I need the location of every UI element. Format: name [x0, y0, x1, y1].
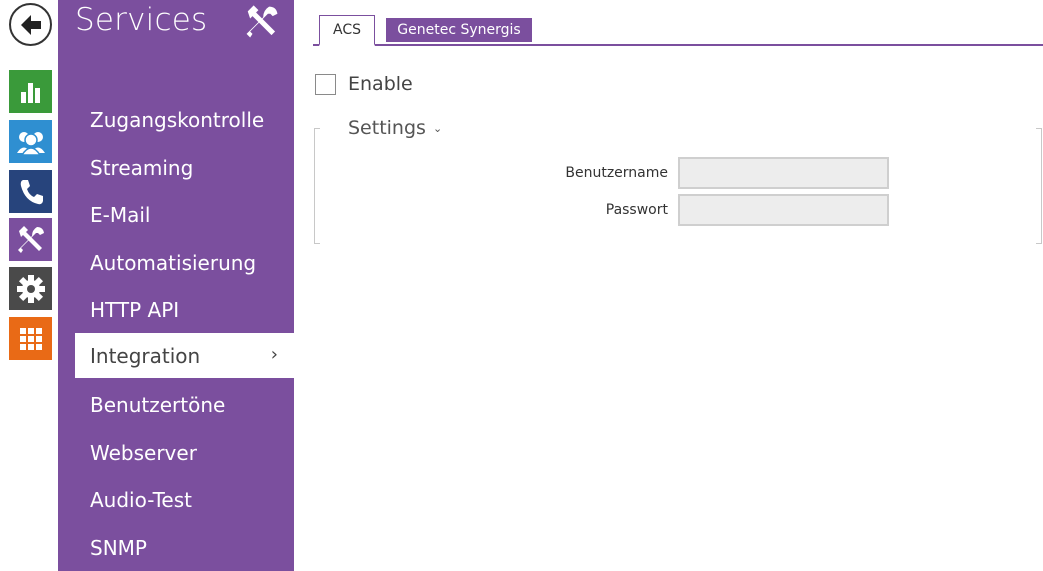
menu-item-zugangskontrolle[interactable]: Zugangskontrolle [75, 97, 294, 142]
services-menu: Services Zugangskontrolle Streaming E-Ma… [58, 0, 294, 571]
menu-item-email[interactable]: E-Mail [75, 192, 294, 237]
chevron-right-icon: › [270, 344, 278, 365]
status-button[interactable] [9, 70, 52, 113]
system-gear-icon [16, 274, 45, 303]
menu-item-label: Webserver [90, 440, 197, 465]
status-chart-icon [20, 82, 40, 103]
back-arrow-icon [20, 14, 41, 35]
menu-item-label: Audio-Test [90, 487, 192, 512]
password-label: Passwort [605, 202, 668, 218]
menu-item-http-api[interactable]: HTTP API [75, 287, 294, 332]
menu-item-benutzertoene[interactable]: Benutzertöne [75, 382, 294, 427]
menu-item-label: Zugangskontrolle [90, 107, 265, 132]
menu-item-label: Streaming [90, 155, 194, 180]
menu-item-integration[interactable]: Integration › [75, 333, 294, 378]
menu-item-label: E-Mail [90, 202, 151, 227]
menu-item-label: SNMP [90, 535, 147, 560]
calls-button[interactable] [9, 170, 52, 213]
username-label: Benutzername [565, 165, 668, 181]
tools-icon [242, 3, 282, 45]
menu-item-webserver[interactable]: Webserver [75, 430, 294, 475]
username-field[interactable] [678, 157, 889, 189]
settings-bracket-right [1036, 128, 1042, 244]
services-button[interactable] [9, 218, 52, 261]
enable-checkbox[interactable] [315, 73, 336, 95]
phone-icon [20, 179, 43, 204]
menu-item-label: Benutzertöne [90, 392, 226, 417]
page-title: Services [75, 2, 208, 38]
menu-item-label: Integration [90, 343, 201, 368]
enable-toggle[interactable]: Enable [315, 73, 413, 95]
system-button[interactable] [9, 267, 52, 310]
hardware-grid-icon [19, 327, 42, 350]
menu-item-label: HTTP API [90, 297, 180, 322]
icon-rail [0, 0, 58, 571]
password-field[interactable] [678, 194, 889, 226]
chevron-down-icon: ⌄ [432, 121, 443, 135]
users-icon [16, 131, 45, 156]
tab-acs[interactable]: ACS [319, 15, 375, 46]
settings-group: Settings ⌄ Benutzername Passwort [314, 117, 1043, 244]
hardware-button[interactable] [9, 317, 52, 360]
settings-legend-label: Settings [348, 117, 426, 139]
password-row: Passwort [314, 194, 914, 226]
menu-item-automatisierung[interactable]: Automatisierung [75, 240, 294, 285]
menu-item-audio-test[interactable]: Audio-Test [75, 477, 294, 522]
directory-button[interactable] [9, 120, 52, 163]
menu-item-snmp[interactable]: SNMP [75, 525, 294, 570]
username-row: Benutzername [314, 157, 914, 189]
back-button[interactable] [9, 3, 52, 46]
enable-label: Enable [348, 73, 413, 95]
settings-toggle[interactable]: Settings ⌄ [342, 117, 449, 139]
menu-item-label: Automatisierung [90, 250, 257, 275]
services-tools-icon [17, 225, 44, 253]
tab-genetec-synergis[interactable]: Genetec Synergis [386, 18, 532, 42]
tab-bar: ACS Genetec Synergis [313, 15, 1043, 46]
menu-item-streaming[interactable]: Streaming [75, 145, 294, 190]
